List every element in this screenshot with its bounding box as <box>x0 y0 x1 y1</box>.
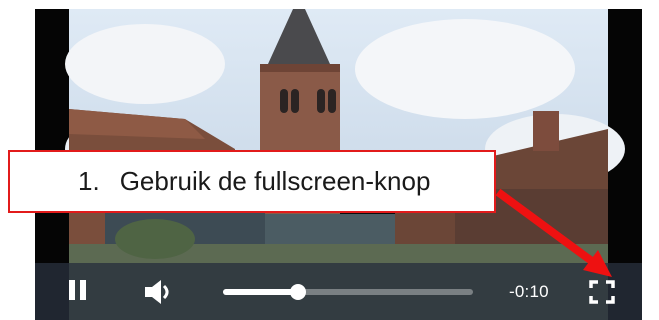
speaker-volume-icon <box>145 280 169 304</box>
progress-handle[interactable] <box>290 284 306 300</box>
callout-label: Gebruik de fullscreen-knop <box>119 166 431 196</box>
player-control-bar: -0:10 <box>35 263 642 320</box>
volume-button[interactable] <box>143 277 179 307</box>
progress-bar[interactable] <box>223 284 473 300</box>
pause-icon <box>69 280 75 300</box>
progress-fill <box>223 289 298 295</box>
time-remaining: -0:10 <box>509 282 549 301</box>
pause-button[interactable] <box>65 277 91 305</box>
callout-number: 1. <box>78 166 100 196</box>
callout-text: 1. Gebruik de fullscreen-knop <box>78 166 430 197</box>
fullscreen-button[interactable] <box>588 279 616 305</box>
instruction-callout: 1. Gebruik de fullscreen-knop <box>8 150 496 213</box>
fullscreen-icon <box>589 280 615 304</box>
